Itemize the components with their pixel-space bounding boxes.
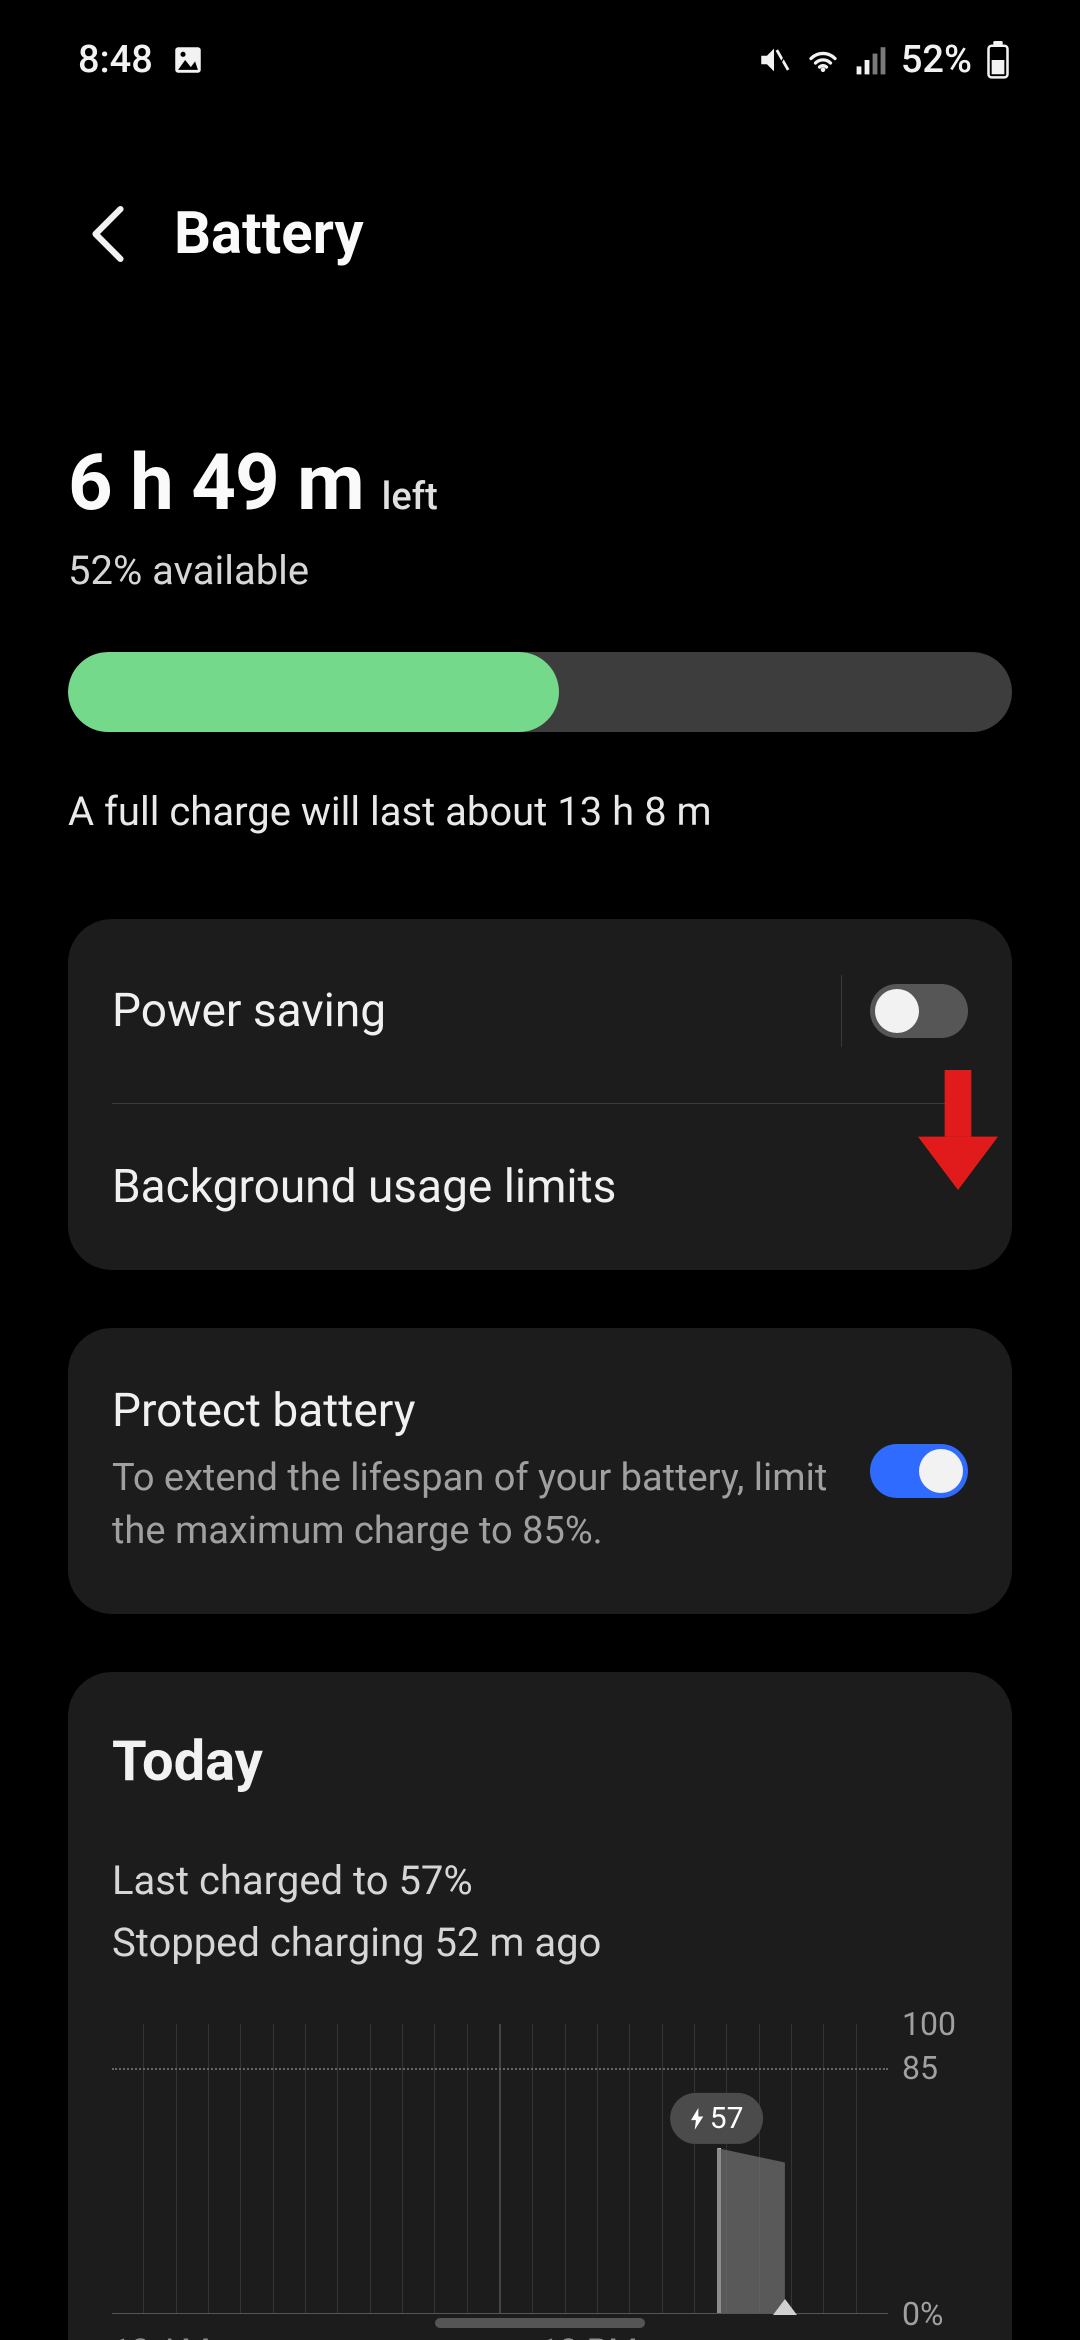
background-limits-label: Background usage limits bbox=[112, 1160, 948, 1214]
chart-85-line bbox=[112, 2068, 888, 2070]
protect-battery-desc: To extend the lifespan of your battery, … bbox=[112, 1452, 850, 1558]
chart-charge-badge: 57 bbox=[670, 2093, 764, 2144]
cell-signal-icon bbox=[855, 44, 887, 76]
power-saving-label: Power saving bbox=[112, 984, 821, 1038]
chart-now-indicator bbox=[773, 2299, 797, 2315]
full-charge-estimate: A full charge will last about 13 h 8 m bbox=[68, 788, 1012, 835]
wifi-icon bbox=[805, 43, 841, 77]
power-saving-row[interactable]: Power saving bbox=[68, 919, 1012, 1103]
today-card: Today Last charged to 57% Stopped chargi… bbox=[68, 1672, 1012, 2340]
protect-battery-label: Protect battery bbox=[112, 1384, 850, 1438]
protect-battery-toggle[interactable] bbox=[870, 1444, 968, 1498]
picture-icon bbox=[171, 43, 205, 77]
battery-progress-bar bbox=[68, 652, 1012, 732]
bolt-icon bbox=[690, 2107, 704, 2129]
annotation-arrow-icon bbox=[918, 1070, 998, 1190]
page-header: Battery bbox=[0, 90, 1080, 268]
last-charged-line: Last charged to 57% bbox=[112, 1850, 968, 1912]
battery-icon bbox=[986, 41, 1010, 79]
statusbar-time: 8:48 bbox=[78, 38, 153, 82]
gesture-nav-bar[interactable] bbox=[435, 2318, 645, 2328]
ytick-85: 85 bbox=[902, 2049, 938, 2087]
row-divider bbox=[841, 975, 842, 1047]
ytick-100: 100 bbox=[902, 2005, 956, 2043]
mute-vibrate-icon bbox=[757, 43, 791, 77]
status-bar: 8:48 52% bbox=[0, 0, 1080, 90]
battery-chart[interactable]: 57 100 85 0% 12 AM 12 PM bbox=[112, 2024, 968, 2340]
battery-progress-fill bbox=[68, 652, 559, 732]
settings-card-2: Protect battery To extend the lifespan o… bbox=[68, 1328, 1012, 1614]
today-heading: Today bbox=[112, 1728, 968, 1794]
chart-usage-area bbox=[717, 2148, 785, 2313]
battery-summary: 6 h 49 m left 52% available A full charg… bbox=[68, 268, 1012, 835]
xtick-12pm: 12 PM bbox=[540, 2332, 968, 2340]
back-button[interactable] bbox=[78, 204, 138, 264]
protect-battery-row[interactable]: Protect battery To extend the lifespan o… bbox=[68, 1328, 1012, 1614]
stopped-charging-line: Stopped charging 52 m ago bbox=[112, 1912, 968, 1974]
page-title: Battery bbox=[174, 200, 364, 268]
percent-available: 52% available bbox=[68, 547, 1012, 594]
xtick-12am: 12 AM bbox=[112, 2332, 540, 2340]
chart-badge-value: 57 bbox=[710, 2101, 744, 2136]
chart-y-axis: 100 85 0% bbox=[888, 2024, 968, 2314]
time-left-suffix: left bbox=[382, 475, 438, 519]
settings-card-1: Power saving Background usage limits bbox=[68, 919, 1012, 1270]
background-limits-row[interactable]: Background usage limits bbox=[68, 1104, 1012, 1270]
chart-plot-area: 57 bbox=[112, 2024, 888, 2314]
statusbar-battery-percent: 52% bbox=[901, 38, 972, 82]
time-left-value: 6 h 49 m bbox=[68, 438, 364, 529]
chevron-left-icon bbox=[89, 206, 127, 262]
ytick-0: 0% bbox=[902, 2295, 943, 2333]
power-saving-toggle[interactable] bbox=[870, 984, 968, 1038]
chart-x-axis: 12 AM 12 PM bbox=[112, 2332, 968, 2340]
